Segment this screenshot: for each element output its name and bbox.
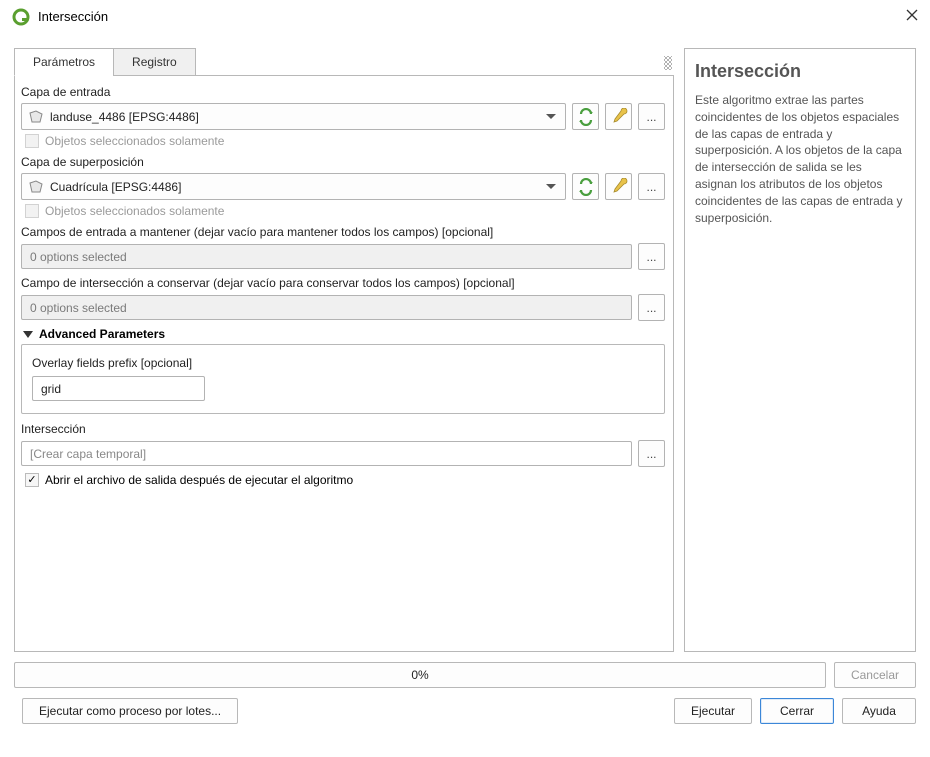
btn-label: Ejecutar como proceso por lotes... <box>39 704 221 718</box>
parameters-panel: Capa de entrada landuse_4486 [EPSG:4486] <box>14 76 674 652</box>
overlay-fields-label: Campo de intersección a conservar (dejar… <box>21 276 665 290</box>
overlay-prefix-label: Overlay fields prefix [opcional] <box>32 356 654 370</box>
qgis-icon <box>12 8 30 26</box>
help-button[interactable]: Ayuda <box>842 698 916 724</box>
ellipsis-icon: ... <box>646 301 656 315</box>
output-destination-input[interactable]: [Crear capa temporal] <box>21 441 632 466</box>
overlay-prefix-input[interactable] <box>32 376 205 401</box>
window-close-button[interactable] <box>878 9 918 24</box>
advanced-options-button[interactable] <box>605 103 632 130</box>
overlay-fields-browse-button[interactable]: ... <box>638 294 665 321</box>
wrench-icon <box>610 108 628 126</box>
advanced-toggle[interactable]: Advanced Parameters <box>23 327 665 341</box>
ellipsis-icon: ... <box>646 447 656 461</box>
browse-input-button[interactable]: ... <box>638 103 665 130</box>
tab-parametros[interactable]: Parámetros <box>14 48 114 76</box>
polygon-layer-icon <box>28 110 44 124</box>
btn-label: Ayuda <box>862 704 896 718</box>
input-layer-combo[interactable]: landuse_4486 [EPSG:4486] <box>21 103 566 130</box>
ellipsis-icon: ... <box>646 180 656 194</box>
close-icon <box>906 9 918 21</box>
iterate-button[interactable] <box>572 103 599 130</box>
field-value: 0 options selected <box>30 250 127 264</box>
help-body: Este algoritmo extrae las partes coincid… <box>695 92 905 226</box>
placeholder-text: [Crear capa temporal] <box>30 447 146 461</box>
iterate-icon <box>577 108 595 126</box>
btn-label: Ejecutar <box>691 704 735 718</box>
iterate-button[interactable] <box>572 173 599 200</box>
wrench-icon <box>610 178 628 196</box>
polygon-layer-icon <box>28 180 44 194</box>
help-title: Intersección <box>695 61 905 82</box>
browse-overlay-button[interactable]: ... <box>638 173 665 200</box>
tab-spacer <box>195 48 674 76</box>
check-label: Objetos seleccionados solamente <box>45 134 224 148</box>
overlay-layer-combo[interactable]: Cuadrícula [EPSG:4486] <box>21 173 566 200</box>
overlay-layer-value: Cuadrícula [EPSG:4486] <box>50 180 541 194</box>
checkbox-icon <box>25 204 39 218</box>
close-button[interactable]: Cerrar <box>760 698 834 724</box>
btn-label: Cancelar <box>851 668 899 682</box>
output-label: Intersección <box>21 422 665 436</box>
progress-bar: 0% <box>14 662 826 688</box>
input-selected-only-check: Objetos seleccionados solamente <box>25 134 665 148</box>
overlay-fields-selector[interactable]: 0 options selected <box>21 295 632 320</box>
output-browse-button[interactable]: ... <box>638 440 665 467</box>
advanced-box: Overlay fields prefix [opcional] <box>21 344 665 414</box>
tab-registro[interactable]: Registro <box>113 48 196 76</box>
triangle-down-icon <box>23 331 33 338</box>
chevron-down-icon <box>541 104 561 129</box>
tabs: Parámetros Registro <box>14 48 674 76</box>
check-label: Objetos seleccionados solamente <box>45 204 224 218</box>
titlebar: Intersección <box>0 0 930 34</box>
help-panel: Intersección Este algoritmo extrae las p… <box>684 48 916 652</box>
advanced-options-button[interactable] <box>605 173 632 200</box>
input-layer-value: landuse_4486 [EPSG:4486] <box>50 110 541 124</box>
iterate-icon <box>577 178 595 196</box>
tab-label: Registro <box>132 55 177 69</box>
chevron-down-icon <box>541 174 561 199</box>
ellipsis-icon: ... <box>646 250 656 264</box>
cancel-button: Cancelar <box>834 662 916 688</box>
run-batch-button[interactable]: Ejecutar como proceso por lotes... <box>22 698 238 724</box>
check-label: Abrir el archivo de salida después de ej… <box>45 473 353 487</box>
input-fields-selector[interactable]: 0 options selected <box>21 244 632 269</box>
tab-label: Parámetros <box>33 55 95 69</box>
progress-text: 0% <box>411 668 428 682</box>
btn-label: Cerrar <box>780 704 814 718</box>
field-value: 0 options selected <box>30 301 127 315</box>
overlay-selected-only-check: Objetos seleccionados solamente <box>25 204 665 218</box>
input-layer-label: Capa de entrada <box>21 85 665 99</box>
ellipsis-icon: ... <box>646 110 656 124</box>
window-title: Intersección <box>38 9 878 24</box>
advanced-title: Advanced Parameters <box>39 327 165 341</box>
run-button[interactable]: Ejecutar <box>674 698 752 724</box>
checkbox-icon <box>25 473 39 487</box>
checkbox-icon <box>25 134 39 148</box>
panel-grip-icon[interactable] <box>664 56 672 70</box>
overlay-layer-label: Capa de superposición <box>21 155 665 169</box>
input-fields-label: Campos de entrada a mantener (dejar vací… <box>21 225 665 239</box>
open-after-check[interactable]: Abrir el archivo de salida después de ej… <box>25 473 665 487</box>
input-fields-browse-button[interactable]: ... <box>638 243 665 270</box>
